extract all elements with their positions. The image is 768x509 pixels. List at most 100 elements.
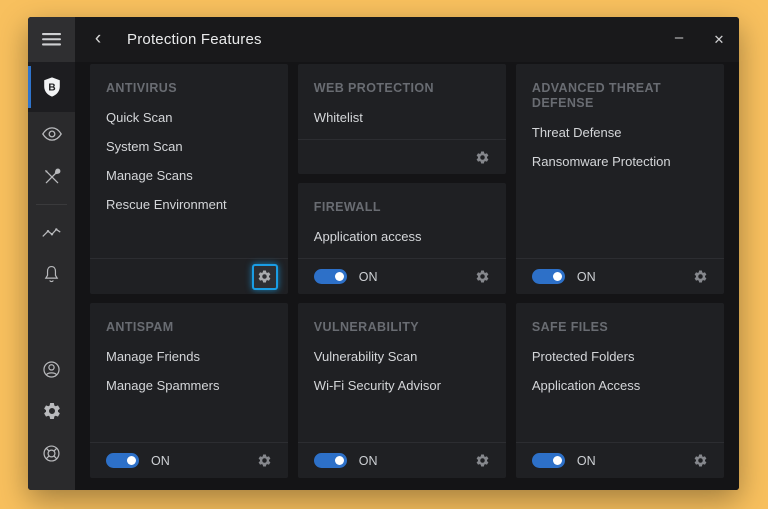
toggle-state-label: ON [576, 453, 596, 468]
link-system-scan[interactable]: System Scan [106, 139, 272, 155]
card-title: ANTIVIRUS [106, 81, 177, 95]
middle-column: WEB PROTECTION Whitelist FIREWALL Applic… [297, 64, 506, 294]
sidebar-item-account[interactable] [28, 348, 75, 390]
link-application-access[interactable]: Application Access [532, 378, 708, 394]
shield-icon: B [41, 75, 63, 99]
sidebar-item-protection[interactable]: B [28, 62, 75, 112]
card-footer: ON [297, 258, 506, 294]
card-items: Application access [298, 215, 506, 258]
main-panel: ‹ Protection Features – ✕ ANTIVIRUS Quic… [75, 17, 739, 490]
card-firewall: FIREWALL Application access ON [297, 183, 506, 294]
link-manage-scans[interactable]: Manage Scans [106, 168, 272, 184]
sidebar-item-privacy[interactable] [28, 112, 75, 155]
card-footer: ON [515, 258, 724, 294]
activity-icon [41, 225, 62, 240]
gear-icon [257, 453, 272, 468]
toggle-state-label: ON [358, 269, 378, 284]
sidebar-item-support[interactable] [28, 432, 75, 474]
link-manage-spammers[interactable]: Manage Spammers [106, 378, 272, 394]
link-threat-defense[interactable]: Threat Defense [532, 125, 708, 141]
antispam-settings-gear-button[interactable] [252, 448, 278, 474]
eye-icon [41, 125, 63, 143]
lifebuoy-icon [41, 443, 62, 464]
sidebar-bottom-pad [28, 474, 75, 490]
antispam-toggle[interactable] [106, 453, 139, 468]
toggle-state-label: ON [358, 453, 378, 468]
link-protected-folders[interactable]: Protected Folders [532, 349, 708, 365]
card-antispam: ANTISPAM Manage Friends Manage Spammers … [90, 303, 288, 478]
advanced-threat-defense-settings-gear-button[interactable] [688, 264, 714, 290]
account-icon [41, 359, 62, 380]
card-items: Quick Scan System Scan Manage Scans Resc… [90, 96, 288, 226]
titlebar: ‹ Protection Features – ✕ [75, 17, 739, 62]
card-title: WEB PROTECTION [313, 81, 434, 95]
card-footer: ON [90, 442, 288, 478]
card-title: ADVANCED THREAT DEFENSE [531, 81, 662, 110]
card-title: SAFE FILES [531, 320, 609, 334]
safe-files-toggle[interactable] [531, 453, 565, 468]
link-wifi-security-advisor[interactable]: Wi-Fi Security Advisor [314, 378, 490, 394]
hamburger-icon [42, 33, 61, 46]
vulnerability-toggle[interactable] [313, 453, 347, 468]
card-title: VULNERABILITY [313, 320, 419, 334]
toggle-knob [334, 456, 344, 465]
web-protection-settings-gear-button[interactable] [470, 145, 496, 171]
card-advanced-threat-defense: ADVANCED THREAT DEFENSE Threat Defense R… [515, 64, 724, 294]
card-title: ANTISPAM [106, 320, 174, 334]
sidebar: B [28, 17, 75, 490]
gear-icon [693, 269, 708, 284]
sidebar-item-activity[interactable] [28, 211, 75, 253]
gear-icon [693, 453, 708, 468]
toggle-knob [334, 272, 344, 281]
firewall-toggle[interactable] [313, 269, 347, 284]
card-items: Protected Folders Application Access [516, 335, 724, 407]
link-vulnerability-scan[interactable]: Vulnerability Scan [314, 349, 490, 365]
close-button[interactable]: ✕ [699, 17, 739, 62]
gear-icon [475, 269, 490, 284]
antivirus-settings-gear-button[interactable] [251, 263, 278, 290]
minimize-button[interactable]: – [659, 17, 699, 62]
vulnerability-settings-gear-button[interactable] [470, 448, 496, 474]
card-vulnerability: VULNERABILITY Vulnerability Scan Wi-Fi S… [297, 303, 506, 478]
app-window: B ‹ Protection Features – ✕ ANTIVIRUS Qu… [28, 17, 739, 490]
card-footer [90, 258, 288, 294]
link-ransomware-protection[interactable]: Ransomware Protection [532, 154, 708, 170]
gear-icon [475, 150, 490, 165]
card-footer: ON [515, 442, 724, 478]
card-footer [297, 139, 506, 174]
card-items: Manage Friends Manage Spammers [90, 335, 288, 407]
tools-icon [42, 167, 62, 187]
window-controls: – ✕ [659, 17, 739, 62]
menu-button[interactable] [28, 17, 75, 62]
gear-icon [257, 269, 272, 284]
sidebar-divider [36, 204, 67, 205]
link-quick-scan[interactable]: Quick Scan [106, 110, 272, 126]
link-application-access[interactable]: Application access [314, 229, 490, 245]
cards-grid: ANTIVIRUS Quick Scan System Scan Manage … [75, 62, 739, 490]
toggle-state-label: ON [151, 453, 170, 468]
card-items: Vulnerability Scan Wi-Fi Security Adviso… [298, 335, 506, 407]
gear-icon [42, 401, 62, 421]
card-safe-files: SAFE FILES Protected Folders Application… [515, 303, 724, 478]
sidebar-item-utilities[interactable] [28, 155, 75, 198]
card-items: Whitelist [298, 96, 506, 139]
card-footer: ON [297, 442, 506, 478]
toggle-knob [127, 456, 136, 465]
link-manage-friends[interactable]: Manage Friends [106, 349, 272, 365]
card-items: Threat Defense Ransomware Protection [516, 111, 724, 183]
card-antivirus: ANTIVIRUS Quick Scan System Scan Manage … [90, 64, 288, 294]
bell-icon [42, 264, 61, 285]
toggle-state-label: ON [576, 269, 596, 284]
sidebar-item-notifications[interactable] [28, 253, 75, 295]
advanced-threat-defense-toggle[interactable] [531, 269, 565, 284]
svg-text:B: B [48, 82, 55, 93]
link-rescue-environment[interactable]: Rescue Environment [106, 197, 272, 213]
safe-files-settings-gear-button[interactable] [688, 448, 714, 474]
back-button[interactable]: ‹ [83, 29, 113, 51]
sidebar-item-settings[interactable] [28, 390, 75, 432]
firewall-settings-gear-button[interactable] [470, 264, 496, 290]
card-web-protection: WEB PROTECTION Whitelist [297, 64, 506, 174]
link-whitelist[interactable]: Whitelist [314, 110, 490, 126]
card-title: FIREWALL [313, 200, 381, 214]
